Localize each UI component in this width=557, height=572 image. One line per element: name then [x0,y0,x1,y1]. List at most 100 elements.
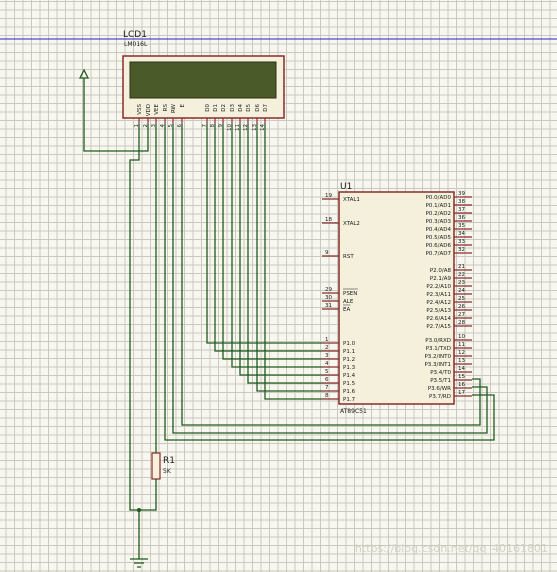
lcd-model: LM016L [124,41,148,48]
lcd-pin-name: D3 [230,103,236,111]
mcu-pin-name: P2.3/A11 [426,292,451,298]
mcu-pin-number: 7 [325,385,329,391]
mcu-pin-number: 28 [458,320,465,326]
mcu-pin-number: 21 [458,264,465,270]
wire-d3 [231,124,322,368]
mcu-pin-number: 4 [325,361,329,367]
mcu-pin-name: P1.1 [343,349,355,355]
mcu-pin-name: P1.4 [343,373,356,379]
lcd-pin-name: D0 [205,103,211,111]
wire-d2 [222,124,322,360]
mcu-pin-number: 1 [325,337,329,343]
lcd-pin-name: D5 [246,103,252,111]
mcu-pin-number: 29 [325,287,332,293]
mcu-pin-number: 16 [458,382,465,388]
mcu-pin-number: 26 [458,304,465,310]
wire-resistor-ground [139,479,157,511]
ground-symbol [130,558,148,568]
mcu-pin-name: XTAL1 [343,197,360,203]
mcu-pin-name: P3.3/INT1 [424,362,451,368]
wire-d7 [264,124,322,400]
mcu-pin-number: 12 [458,350,465,356]
lcd-pin-name: RW [171,103,177,113]
mcu-pin-name: P2.1/A9 [430,276,452,282]
mcu-pin-number: 33 [458,239,465,245]
mcu-pin-name: P3.1/TXD [426,346,451,352]
mcu-pin-name: P0.5/AD5 [426,235,452,241]
mcu-pin-number: 19 [325,193,332,199]
wire-d4 [239,124,322,376]
wire-vss-ground [129,124,140,559]
mcu-pin-number: 30 [325,295,332,301]
mcu-pin-name: P2.5/A13 [426,308,451,314]
schematic-canvas[interactable]: LCD1 LM016L VSS 1 VDD 2 VEE 3 RS 4 RW 5 E 6 D0 7 D1 8 D2… [0,0,557,572]
mcu-pin-name: P2.4/A12 [426,300,451,306]
wire-d5 [247,124,322,384]
mcu-pin-number: 31 [325,303,332,309]
mcu-ref: U1 [340,182,352,192]
mcu-pin-number: 2 [325,345,329,351]
mcu-pin-name: XTAL2 [343,221,360,227]
resistor-value: 5K [163,468,172,475]
mcu-pin-name: P0.7/AD7 [426,251,452,257]
lcd-component[interactable]: LCD1 LM016L VSS1VDD2VEE3RS4RW5E6D07D18D2… [122,30,285,131]
watermark: https://blog.csdn.net/qq_40161801 [355,542,548,555]
mcu-pin-number: 25 [458,296,465,302]
mcu-pin-name: P3.5/T1 [430,378,451,384]
wire-d1 [214,124,322,352]
mcu-pin-name: P3.0/RXD [425,338,451,344]
lcd-pin-name: VDD [146,104,152,116]
mcu-pin-name: P3.7/RD [429,394,451,400]
lcd-pin-name: D6 [255,103,261,111]
power-terminal[interactable] [78,68,90,79]
mcu-component[interactable]: U1 AT89C51 19XTAL118XTAL29RST29PSEN30ALE… [322,182,472,415]
mcu-pin-name: P2.6/A14 [426,316,451,322]
mcu-pin-number: 13 [458,358,465,364]
junction-dot [137,508,141,512]
lcd-pin-name: VSS [137,103,143,114]
mcu-pin-name: P1.6 [343,389,356,395]
mcu-pin-number: 10 [458,334,465,340]
mcu-pin-number: 6 [325,377,329,383]
mcu-pin-name: ALE [343,299,354,305]
lcd-pin-name: D7 [263,103,269,111]
power-arrow-icon [78,68,90,79]
lcd-screen [129,61,277,99]
mcu-pin-name: P1.5 [343,381,356,387]
mcu-pin-number: 35 [458,223,465,229]
mcu-pin-name: EA [343,307,350,313]
mcu-pin-name: P0.0/AD0 [426,195,452,201]
lcd-pin-name: D4 [238,103,244,111]
mcu-pin-number: 9 [325,250,329,256]
mcu-pin-name: P1.3 [343,365,356,371]
lcd-pin-name: E [180,103,186,107]
lcd-pin-name: RS [163,104,169,112]
mcu-pin-name: P0.6/AD6 [426,243,452,249]
mcu-pin-number: 18 [325,217,332,223]
mcu-pin-name: P2.2/A10 [426,284,451,290]
resistor-ref: R1 [163,456,175,466]
mcu-pin-number: 36 [458,215,465,221]
resistor-component[interactable]: R1 5K [151,452,175,480]
mcu-pin-name: P1.7 [343,397,356,403]
lcd-pin-name: D1 [213,104,219,112]
mcu-pin-number: 15 [458,374,465,380]
mcu-pin-number: 22 [458,272,465,278]
mcu-pin-name: P3.4/T0 [430,370,451,376]
lcd-pin-name: D2 [221,104,227,112]
mcu-pin-name: P1.0 [343,341,356,347]
mcu-pin-name: P2.0/A8 [430,268,452,274]
mcu-pin-number: 3 [325,353,329,359]
mcu-model: AT89C51 [340,408,367,415]
mcu-pin-number: 5 [325,369,329,375]
mcu-pin-number: 11 [458,342,465,348]
resistor-body [151,452,161,480]
mcu-pin-number: 39 [458,191,465,197]
mcu-pin-number: 27 [458,312,465,318]
mcu-pin-name: P0.2/AD2 [426,211,451,217]
mcu-pin-name: P2.7/A15 [426,324,451,330]
mcu-pin-number: 17 [458,390,465,396]
mcu-pin-number: 37 [458,207,465,213]
mcu-pin-name: P3.2/INT0 [424,354,451,360]
mcu-pin-number: 32 [458,247,465,253]
